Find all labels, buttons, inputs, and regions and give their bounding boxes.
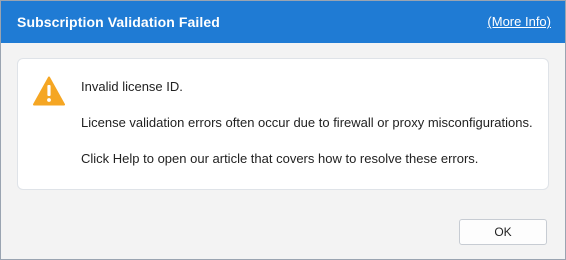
dialog-title-bar: Subscription Validation Failed (More Inf… [1, 1, 565, 43]
explanation-message: License validation errors often occur du… [81, 115, 533, 130]
more-info-link[interactable]: (More Info) [487, 14, 551, 29]
ok-button[interactable]: OK [459, 219, 547, 245]
error-message: Invalid license ID. [81, 79, 183, 94]
dialog-title: Subscription Validation Failed [17, 14, 220, 30]
subscription-validation-dialog: Subscription Validation Failed (More Inf… [0, 0, 566, 260]
message-panel: Invalid license ID. License validation e… [17, 58, 549, 190]
warning-icon [33, 76, 65, 106]
message-list: Invalid license ID. License validation e… [81, 79, 533, 167]
help-message: Click Help to open our article that cove… [81, 151, 479, 166]
